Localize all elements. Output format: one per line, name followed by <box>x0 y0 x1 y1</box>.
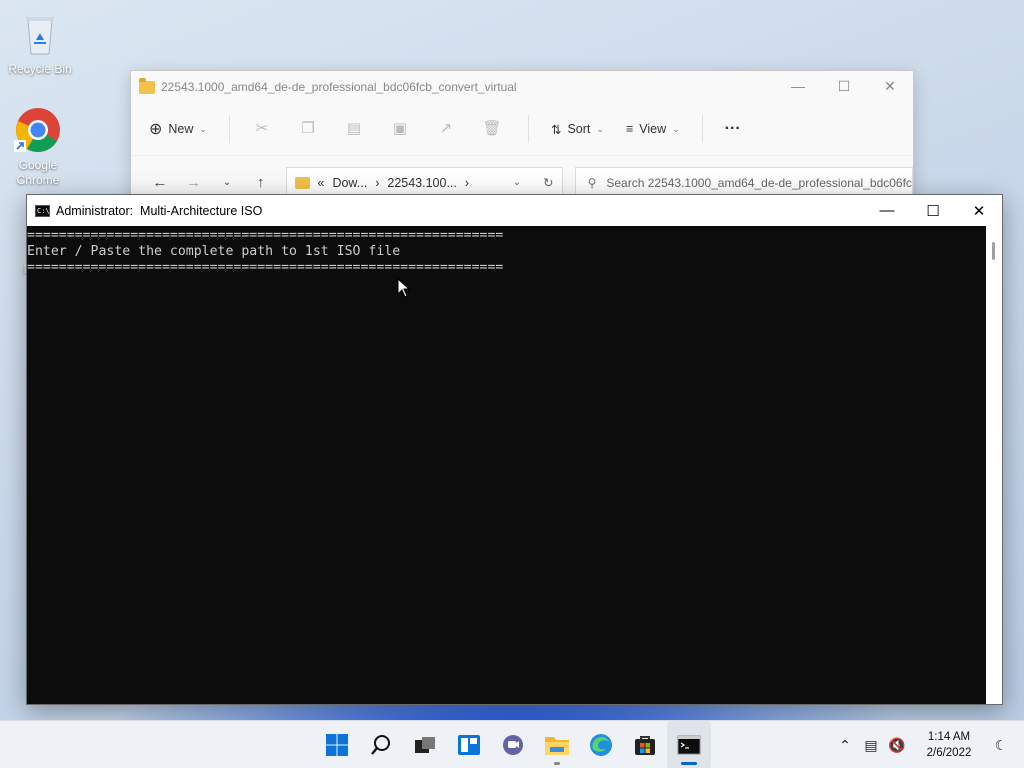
toolbar-separator <box>228 115 230 143</box>
console-title: Administrator: Multi-Architecture ISO <box>56 203 263 218</box>
clock-time: 1:14 AM <box>927 731 971 743</box>
breadcrumb-overflow[interactable]: « <box>318 176 325 190</box>
chat-icon <box>503 735 523 755</box>
explorer-title: 22543.1000_amd64_de-de_professional_bdc0… <box>161 80 517 94</box>
more-options-button[interactable]: ··· <box>725 120 741 138</box>
widgets-button[interactable] <box>447 721 491 768</box>
desktop-icon-google-chrome[interactable]: Google Chrome <box>0 106 76 188</box>
chevron-down-icon: ⌄ <box>596 123 604 134</box>
explorer-command-bar: ⊕ New ⌄ ✂ ❐ ▤ ▣ ↗ 🗑 ⇅ Sort ⌄ ≡ View ⌄ ··… <box>131 103 913 155</box>
share-icon[interactable]: ↗ <box>436 119 456 139</box>
breadcrumb-item-folder[interactable]: 22543.100... <box>387 176 457 190</box>
sort-icon: ⇅ <box>550 122 562 137</box>
toolbar-separator <box>701 115 703 143</box>
start-button[interactable] <box>315 721 359 768</box>
address-dropdown-icon[interactable]: ⌄ <box>513 177 521 188</box>
new-button[interactable]: ⊕ New ⌄ <box>149 119 207 139</box>
view-button[interactable]: ≡ View ⌄ <box>626 122 680 136</box>
back-arrow-icon[interactable]: ← <box>143 174 177 191</box>
edge-taskbar-button[interactable] <box>579 721 623 768</box>
desktop-icon-label: Google Chrome <box>16 158 60 187</box>
taskbar-search-button[interactable] <box>359 721 403 768</box>
clock-date: 2/6/2022 <box>926 747 972 759</box>
console-titlebar[interactable]: C:\ Administrator: Multi-Architecture IS… <box>27 195 1002 226</box>
store-icon <box>635 736 655 755</box>
console-window[interactable]: C:\ Administrator: Multi-Architecture IS… <box>26 194 1003 705</box>
console-output[interactable]: ========================================… <box>27 226 986 704</box>
plus-icon: ⊕ <box>149 121 163 138</box>
task-view-icon <box>415 737 435 753</box>
close-button[interactable]: ✕ <box>867 71 913 101</box>
store-taskbar-button[interactable] <box>623 721 667 768</box>
delete-icon[interactable]: 🗑 <box>482 119 502 139</box>
refresh-icon[interactable]: ↻ <box>543 175 553 190</box>
terminal-taskbar-button[interactable] <box>667 721 711 768</box>
running-indicator <box>554 762 560 765</box>
cmd-icon: C:\ <box>35 204 50 217</box>
taskbar: ⌃ ▤ 🔇 1:14 AM 2/6/2022 ☾ <box>0 720 1024 768</box>
view-icon: ≡ <box>625 122 634 136</box>
chrome-icon <box>14 108 60 152</box>
maximize-button[interactable]: ☐ <box>910 195 956 226</box>
task-view-button[interactable] <box>403 721 447 768</box>
rename-icon[interactable]: ▣ <box>390 119 410 139</box>
cmd-icon <box>677 735 701 755</box>
scrollbar-thumb[interactable] <box>992 242 995 260</box>
breadcrumb-item-downloads[interactable]: Dow... <box>332 176 367 190</box>
minimize-button[interactable]: — <box>864 195 910 226</box>
show-hidden-icons-chevron-icon[interactable]: ⌃ <box>832 737 858 754</box>
network-icon[interactable]: ▤ <box>858 737 884 754</box>
copy-icon[interactable]: ❐ <box>298 119 318 139</box>
up-arrow-icon[interactable]: ↑ <box>244 174 278 191</box>
file-explorer-taskbar-button[interactable] <box>535 721 579 768</box>
volume-muted-icon[interactable]: 🔇 <box>884 737 910 754</box>
recycle-bin-icon <box>26 17 54 55</box>
forward-arrow-icon[interactable]: → <box>177 174 211 191</box>
maximize-button[interactable]: ☐ <box>821 71 867 101</box>
mouse-pointer-icon <box>397 278 411 298</box>
recent-chevron-icon[interactable]: ⌄ <box>210 177 244 188</box>
paste-icon[interactable]: ▤ <box>344 119 364 139</box>
chevron-down-icon: ⌄ <box>672 123 680 134</box>
active-indicator <box>681 762 697 765</box>
sort-button[interactable]: ⇅ Sort ⌄ <box>551 122 604 137</box>
widgets-icon <box>458 735 480 755</box>
close-button[interactable]: ✕ <box>956 195 1002 226</box>
breadcrumb-chevron-icon: › <box>464 175 470 190</box>
system-tray: ⌃ ▤ 🔇 1:14 AM 2/6/2022 ☾ <box>832 721 1024 768</box>
search-icon: ⚲ <box>587 175 597 190</box>
folder-icon <box>139 77 155 94</box>
desktop-icon-label: Recycle Bin <box>8 62 72 76</box>
search-icon <box>371 735 390 755</box>
folder-icon <box>294 176 310 189</box>
file-explorer-window[interactable]: 22543.1000_amd64_de-de_professional_bdc0… <box>130 70 914 210</box>
minimize-button[interactable]: — <box>775 71 821 101</box>
console-scrollbar[interactable] <box>986 226 1002 704</box>
windows-logo-icon <box>326 734 348 756</box>
clock[interactable]: 1:14 AM 2/6/2022 <box>914 729 984 761</box>
cut-icon[interactable]: ✂ <box>252 119 272 139</box>
console-line: Enter / Paste the complete path to 1st I… <box>27 244 401 259</box>
teams-chat-button[interactable] <box>491 721 535 768</box>
console-line: ========================================… <box>27 228 504 243</box>
console-line: ========================================… <box>27 260 504 275</box>
file-explorer-icon <box>545 737 569 755</box>
chevron-down-icon: ⌄ <box>199 123 207 134</box>
focus-assist-moon-icon[interactable]: ☾ <box>988 737 1014 754</box>
search-placeholder: Search 22543.1000_amd64_de-de_profession… <box>606 175 914 190</box>
desktop-icon-recycle-bin[interactable]: Recycle Bin <box>2 10 78 77</box>
toolbar-separator <box>527 115 529 143</box>
edge-icon <box>590 734 612 756</box>
breadcrumb-chevron-icon: › <box>375 175 380 190</box>
